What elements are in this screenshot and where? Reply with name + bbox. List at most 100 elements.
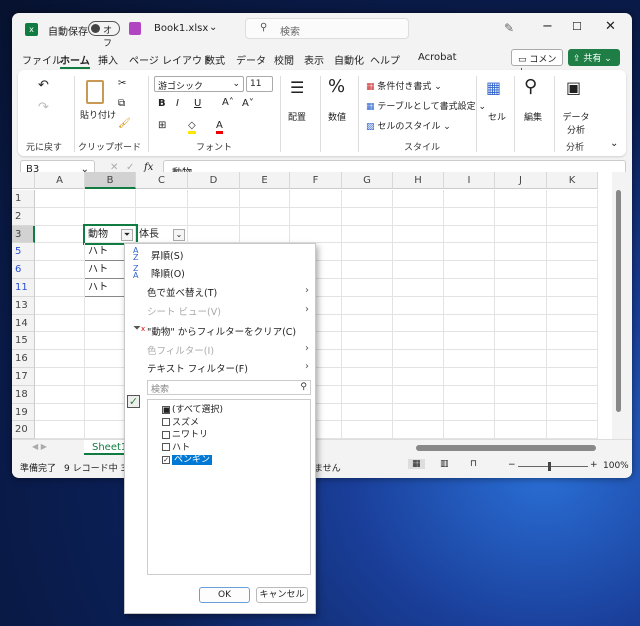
cell-J18[interactable] xyxy=(495,385,547,404)
paste-icon[interactable] xyxy=(86,80,104,104)
cells-button[interactable]: セル xyxy=(488,110,506,123)
cell-I13[interactable] xyxy=(444,296,495,315)
number-button[interactable]: 数値 xyxy=(328,110,346,123)
align-icon[interactable]: ☰ xyxy=(290,78,304,97)
cell-A3[interactable] xyxy=(35,225,85,244)
page-break-icon[interactable]: ⊓ xyxy=(470,459,477,469)
cell-K17[interactable] xyxy=(547,368,598,386)
filter-item[interactable]: ニワトリ xyxy=(162,427,208,440)
cell-J17[interactable] xyxy=(495,368,547,386)
cell-J13[interactable] xyxy=(495,296,547,315)
row-header-18[interactable]: 18 xyxy=(12,385,35,404)
filter-item[interactable]: ✓ ペンギン xyxy=(162,452,213,465)
align-button[interactable]: 配置 xyxy=(288,110,306,123)
cell-H15[interactable] xyxy=(393,332,444,351)
cell-A20[interactable] xyxy=(35,421,85,440)
cell-E1[interactable] xyxy=(240,190,290,208)
cell-H3[interactable] xyxy=(393,225,444,244)
row-header-1[interactable]: 1 xyxy=(12,190,35,208)
cell-I1[interactable] xyxy=(444,190,495,208)
cell-H1[interactable] xyxy=(393,190,444,208)
ok-button[interactable]: OK xyxy=(199,587,250,603)
zoom-slider[interactable] xyxy=(518,466,588,467)
cell-G15[interactable] xyxy=(342,332,393,351)
cell-C1[interactable] xyxy=(136,190,188,208)
cell-A1[interactable] xyxy=(35,190,85,208)
ribbon-tab-1[interactable]: ホーム xyxy=(60,52,90,69)
copy-icon[interactable]: ⧉ xyxy=(118,98,125,109)
cell-J3[interactable] xyxy=(495,225,547,244)
cells-icon[interactable]: ▦ xyxy=(486,78,501,97)
cell-K6[interactable] xyxy=(547,261,598,279)
checkbox[interactable]: ■ xyxy=(162,405,170,414)
column-header-F[interactable]: F xyxy=(290,172,342,189)
cell-H6[interactable] xyxy=(393,261,444,279)
zoom-slider-thumb[interactable] xyxy=(548,462,551,471)
cell-C2[interactable] xyxy=(136,207,188,226)
filter-item[interactable]: スズメ xyxy=(162,415,199,428)
filter-dropdown-button[interactable]: ⌄ xyxy=(173,228,185,241)
cell-I6[interactable] xyxy=(444,261,495,279)
filter-active-button[interactable]: ⏷ xyxy=(121,228,133,241)
cell-G17[interactable] xyxy=(342,368,393,386)
cancel-button[interactable]: キャンセル xyxy=(256,587,308,603)
underline-button[interactable]: U xyxy=(194,98,201,109)
page-layout-icon[interactable]: ▥ xyxy=(440,459,449,469)
percent-icon[interactable]: % xyxy=(328,76,345,97)
prev-sheet-icon[interactable]: ◀ ▶ xyxy=(32,442,47,451)
cell-C3[interactable]: 体長 ⌄ xyxy=(136,225,188,244)
cut-icon[interactable]: ✂ xyxy=(118,78,126,89)
cell-H13[interactable] xyxy=(393,296,444,315)
filter-item[interactable]: ■ (すべて選択) xyxy=(162,402,223,415)
cell-A16[interactable] xyxy=(35,350,85,368)
chevron-down-icon[interactable]: ⌄ xyxy=(209,22,217,33)
cell-G20[interactable] xyxy=(342,421,393,440)
cell-A14[interactable] xyxy=(35,314,85,333)
cell-H11[interactable] xyxy=(393,279,444,297)
cell-A17[interactable] xyxy=(35,368,85,386)
normal-view-icon[interactable]: ▦ xyxy=(408,459,425,469)
vertical-scrollbar[interactable] xyxy=(612,172,626,434)
select-all-corner[interactable] xyxy=(12,172,35,189)
cell-H5[interactable] xyxy=(393,243,444,262)
undo-icon[interactable]: ↶ xyxy=(38,78,49,93)
row-header-19[interactable]: 19 xyxy=(12,403,35,422)
column-header-A[interactable]: A xyxy=(35,172,85,189)
cell-A18[interactable] xyxy=(35,385,85,404)
cell-F1[interactable] xyxy=(290,190,342,208)
row-header-14[interactable]: 14 xyxy=(12,314,35,333)
data-analysis-icon[interactable]: ▣ xyxy=(566,78,581,97)
cell-J1[interactable] xyxy=(495,190,547,208)
cell-A5[interactable] xyxy=(35,243,85,262)
column-header-I[interactable]: I xyxy=(444,172,495,189)
cell-K13[interactable] xyxy=(547,296,598,315)
cell-J11[interactable] xyxy=(495,279,547,297)
bold-button[interactable]: B xyxy=(158,98,166,109)
comment-button[interactable]: ▭ コメント xyxy=(511,49,563,78)
column-header-K[interactable]: K xyxy=(547,172,598,189)
cell-K1[interactable] xyxy=(547,190,598,208)
font-name-select[interactable]: 游ゴシック ⌄ xyxy=(154,76,244,92)
format-painter-icon[interactable]: 🖌 xyxy=(118,118,131,129)
column-header-H[interactable]: H xyxy=(393,172,444,189)
sort-ascending[interactable]: 昇順(S) xyxy=(151,248,183,262)
cell-A11[interactable] xyxy=(35,279,85,297)
sort-descending[interactable]: 降順(O) xyxy=(151,266,185,280)
cell-E3[interactable] xyxy=(240,225,290,244)
column-header-C[interactable]: C xyxy=(136,172,188,189)
cell-A13[interactable] xyxy=(35,296,85,315)
cell-G3[interactable] xyxy=(342,225,393,244)
cell-I2[interactable] xyxy=(444,207,495,226)
table-format-button[interactable]: ▦ テーブルとして書式設定 ⌄ xyxy=(366,99,486,112)
row-header-13[interactable]: 13 xyxy=(12,296,35,315)
font-color-icon[interactable]: A xyxy=(216,120,223,134)
cell-J16[interactable] xyxy=(495,350,547,368)
ribbon-tab-6[interactable]: 校閲 xyxy=(274,52,294,67)
filename[interactable]: Book1.xlsx xyxy=(154,23,208,34)
cell-G13[interactable] xyxy=(342,296,393,315)
font-size-select[interactable]: 11 xyxy=(246,76,273,92)
cell-K16[interactable] xyxy=(547,350,598,368)
row-header-5[interactable]: 5 xyxy=(12,243,35,262)
text-filter[interactable]: テキスト フィルター(F) xyxy=(147,361,248,375)
cell-A19[interactable] xyxy=(35,403,85,422)
